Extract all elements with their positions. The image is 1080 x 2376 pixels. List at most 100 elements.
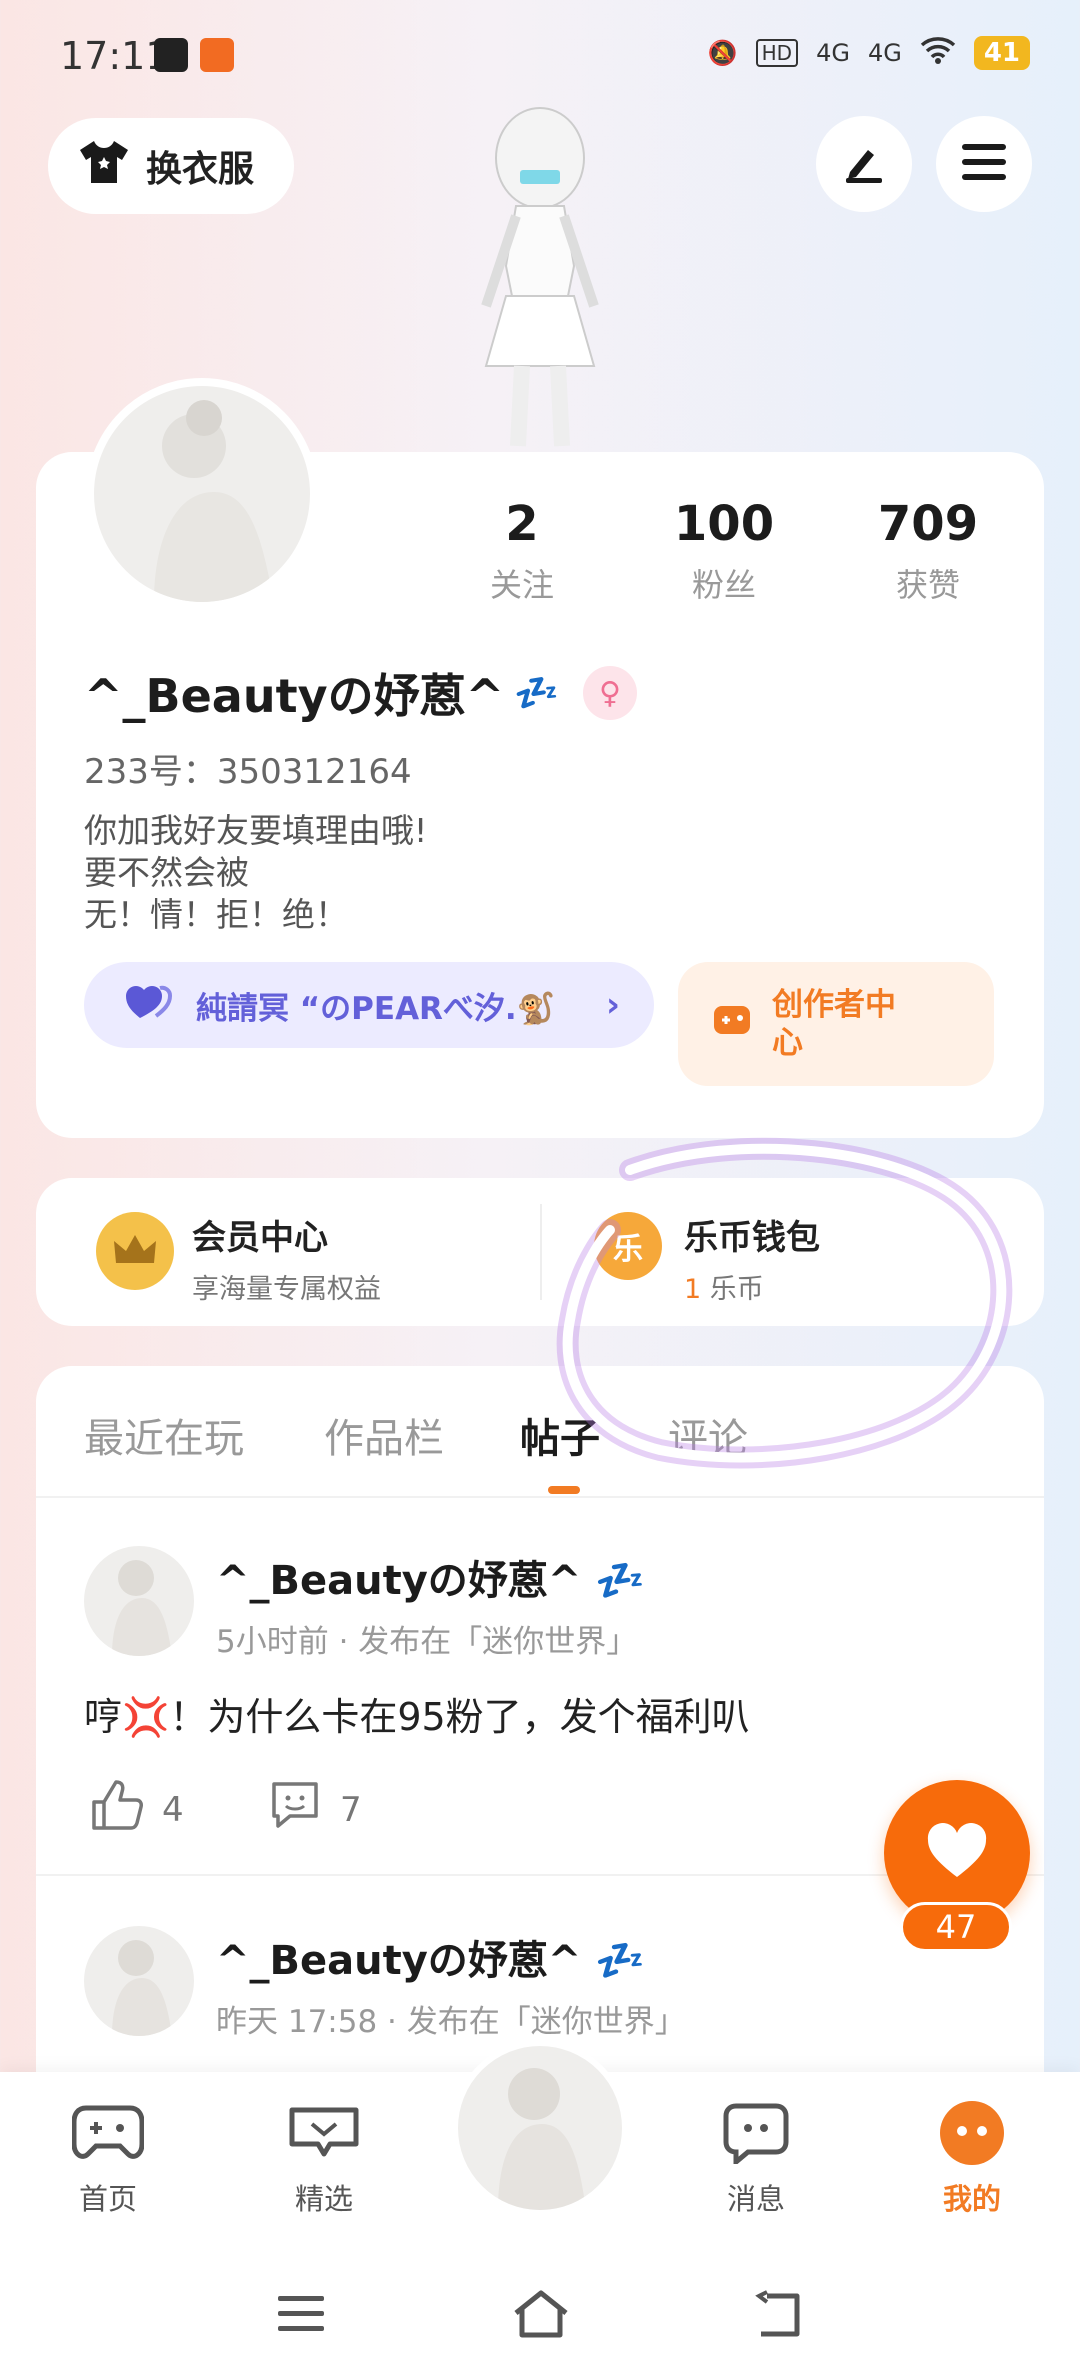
post-author[interactable]: ^_Beautyの妤蒽^ 💤 bbox=[216, 1928, 686, 1986]
likes-count: 709 bbox=[877, 496, 979, 552]
thumbs-up-icon bbox=[90, 1780, 144, 1839]
post-like-count: 4 bbox=[162, 1789, 184, 1830]
nav-featured[interactable]: 精选 bbox=[254, 2098, 394, 2218]
likes-label: 获赞 bbox=[895, 566, 960, 604]
post-author[interactable]: ^_Beautyの妤蒽^ 💤 bbox=[216, 1548, 645, 1606]
bio-line: 要不然会被 bbox=[84, 853, 249, 892]
wallet-title: 乐币钱包 bbox=[684, 1218, 820, 1258]
post-avatar[interactable] bbox=[84, 1546, 194, 1656]
gamepad-icon bbox=[70, 2098, 146, 2168]
sleep-icon: 💤 bbox=[514, 673, 559, 714]
nav-home[interactable]: 首页 bbox=[38, 2098, 178, 2218]
tab-posts[interactable]: 帖子 bbox=[520, 1406, 600, 1464]
nav-me-label: 我的 bbox=[942, 2182, 1001, 2216]
coin-icon: 乐 bbox=[594, 1212, 662, 1280]
home-button[interactable] bbox=[506, 2286, 576, 2346]
signal-2-icon: 4G bbox=[867, 39, 902, 67]
post-author-name: ^_Beautyの妤蒽^ bbox=[216, 1558, 582, 1604]
nav-messages-label: 消息 bbox=[726, 2182, 785, 2216]
post-header: ^_Beautyの妤蒽^ 💤 昨天 17:58 · 发布在「迷你世界」 bbox=[216, 1928, 686, 2041]
post-text[interactable]: 哼💢！为什么卡在95粉了，发个福利叭 bbox=[84, 1686, 750, 1741]
followers-label: 粉丝 bbox=[691, 566, 756, 604]
wifi-icon bbox=[920, 36, 956, 70]
member-center-title: 会员中心 bbox=[192, 1218, 328, 1258]
followers-count: 100 bbox=[673, 496, 775, 552]
following-count: 2 bbox=[505, 496, 539, 552]
chevron-right-icon: › bbox=[605, 985, 620, 1025]
change-outfit-button[interactable]: 换衣服 bbox=[48, 118, 294, 214]
tab-works[interactable]: 作品栏 bbox=[324, 1406, 444, 1464]
back-button[interactable] bbox=[744, 2286, 814, 2346]
username: ^_Beautyの妤蒽^ bbox=[84, 669, 505, 723]
screen-record-icon bbox=[154, 38, 188, 72]
character-figure[interactable] bbox=[420, 96, 660, 456]
post-comment-count: 7 bbox=[340, 1789, 362, 1830]
hamburger-icon bbox=[960, 142, 1008, 186]
bio-line: 无！情！拒！绝！ bbox=[84, 895, 348, 934]
signal-1-icon: 4G bbox=[816, 39, 850, 67]
avatar[interactable] bbox=[86, 378, 318, 610]
hd-icon: HD bbox=[755, 39, 799, 67]
row-divider bbox=[540, 1204, 542, 1300]
like-fab-count: 47 bbox=[900, 1902, 1012, 1952]
comment-icon bbox=[268, 1780, 322, 1839]
change-outfit-label: 换衣服 bbox=[146, 149, 255, 190]
post-comment-button[interactable]: 7 bbox=[268, 1780, 362, 1839]
member-center-subtitle: 享海量专属权益 bbox=[192, 1274, 381, 1305]
nav-messages[interactable]: 消息 bbox=[686, 2098, 826, 2218]
heart-icon bbox=[926, 1823, 988, 1883]
member-center-link[interactable]: 会员中心 享海量专属权益 bbox=[192, 1210, 381, 1306]
tab-indicator bbox=[548, 1486, 580, 1494]
post-meta: 5小时前 · 发布在「迷你世界」 bbox=[216, 1624, 638, 1660]
sleep-icon: 💤 bbox=[595, 1558, 646, 1604]
group-label: 純請冥 “のPEARべ汐.🐒 bbox=[196, 990, 556, 1027]
battery-icon: 41 bbox=[973, 36, 1030, 70]
nav-featured-label: 精选 bbox=[294, 2182, 353, 2216]
tab-recent[interactable]: 最近在玩 bbox=[84, 1406, 244, 1464]
wallet-unit: 乐币 bbox=[709, 1274, 764, 1305]
female-icon: ♀ bbox=[582, 666, 637, 720]
wallet-balance: 1 乐币 bbox=[684, 1267, 820, 1306]
creator-gamepad-icon bbox=[712, 1002, 752, 1047]
username-row: ^_Beautyの妤蒽^ 💤 ♀ bbox=[84, 660, 637, 726]
post-avatar[interactable] bbox=[84, 1926, 194, 2036]
nav-center-avatar[interactable] bbox=[452, 2040, 628, 2216]
creator-label-line: 心 bbox=[772, 1025, 803, 1061]
status-bar: 17:11 🔕 HD 4G 4G 41 bbox=[0, 0, 1080, 110]
message-icon bbox=[718, 2098, 794, 2168]
recent-apps-button[interactable] bbox=[266, 2286, 336, 2346]
stat-followers[interactable]: 100 粉丝 bbox=[644, 496, 804, 606]
group-button[interactable]: 純請冥 “のPEARべ汐.🐒 › bbox=[84, 962, 654, 1048]
home-icon bbox=[512, 2289, 570, 2343]
post-meta: 昨天 17:58 · 发布在「迷你世界」 bbox=[216, 2004, 686, 2040]
sleep-icon: 💤 bbox=[595, 1938, 646, 1984]
status-right: 🔕 HD 4G 4G 41 bbox=[708, 36, 1030, 70]
creator-label: 创作者中 心 bbox=[772, 986, 896, 1062]
heart-chat-icon bbox=[286, 2098, 362, 2168]
face-icon bbox=[934, 2098, 1010, 2168]
creator-label-line: 创作者中 bbox=[772, 987, 896, 1023]
hearts-icon bbox=[126, 982, 176, 1028]
wallet-link[interactable]: 乐币钱包 1 乐币 bbox=[684, 1210, 820, 1306]
pen-icon bbox=[840, 138, 888, 190]
recent-apps-icon bbox=[276, 2294, 326, 2338]
post-author-name: ^_Beautyの妤蒽^ bbox=[216, 1938, 582, 1984]
crown-icon bbox=[96, 1212, 174, 1290]
bio: 你加我好友要填理由哦! 要不然会被 无！情！拒！绝！ bbox=[84, 810, 427, 936]
edit-button[interactable] bbox=[816, 116, 912, 212]
creator-center-button[interactable]: 创作者中 心 bbox=[678, 962, 994, 1086]
stat-following[interactable]: 2 关注 bbox=[442, 496, 602, 606]
post-like-button[interactable]: 4 bbox=[90, 1780, 184, 1839]
user-id: 233号：350312164 bbox=[84, 752, 412, 792]
menu-button[interactable] bbox=[936, 116, 1032, 212]
tshirt-icon bbox=[78, 139, 130, 194]
tabs-divider bbox=[36, 1496, 1044, 1498]
back-icon bbox=[753, 2290, 805, 2342]
following-label: 关注 bbox=[489, 566, 554, 604]
post-header: ^_Beautyの妤蒽^ 💤 5小时前 · 发布在「迷你世界」 bbox=[216, 1548, 645, 1661]
mute-icon: 🔕 bbox=[707, 39, 738, 67]
stat-likes[interactable]: 709 获赞 bbox=[848, 496, 1008, 606]
bio-line: 你加我好友要填理由哦! bbox=[84, 811, 428, 850]
tab-comments[interactable]: 评论 bbox=[668, 1406, 748, 1464]
nav-me[interactable]: 我的 bbox=[902, 2098, 1042, 2218]
